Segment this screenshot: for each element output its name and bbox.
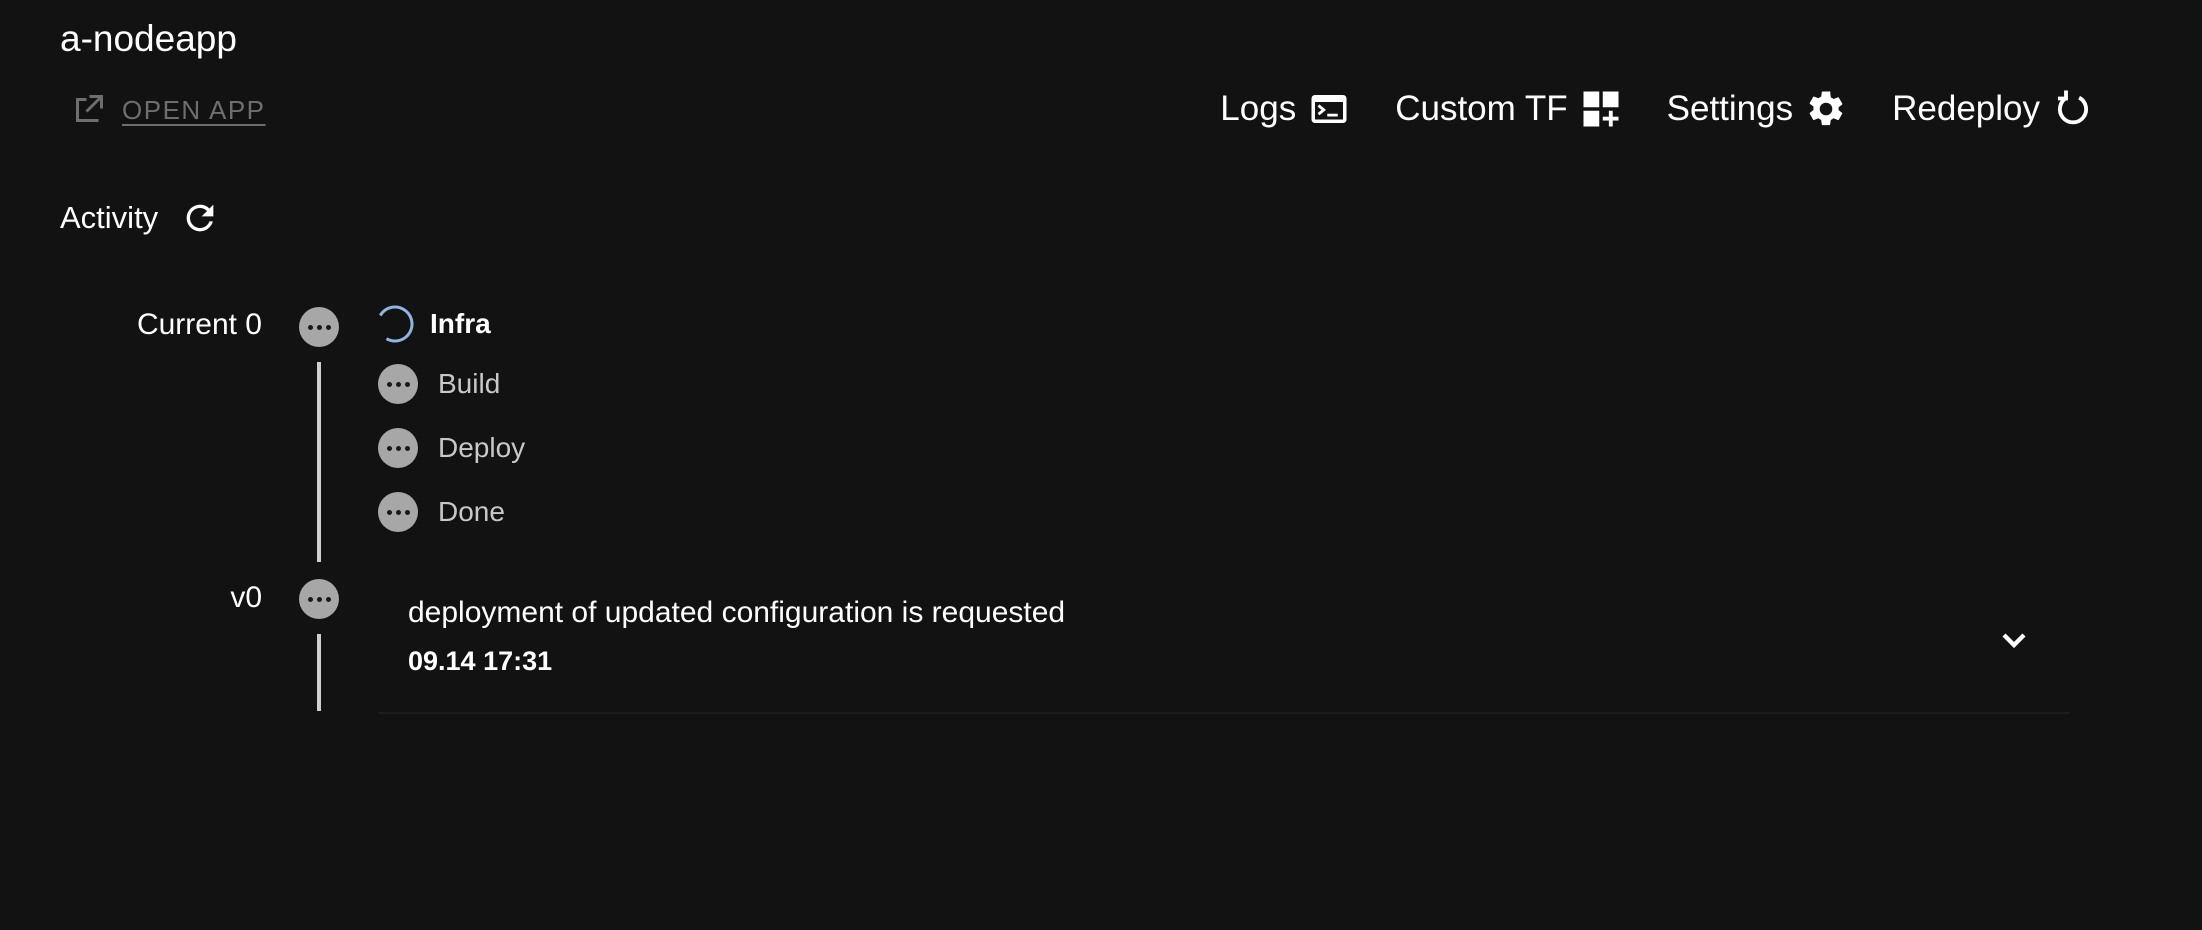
current-version-label: Current 0 <box>136 308 262 341</box>
step-label: Infra <box>430 308 491 339</box>
redeploy-label: Redeploy <box>1892 89 2040 128</box>
pending-dot-icon <box>378 428 418 468</box>
step-deploy: Deploy <box>378 428 525 468</box>
chevron-down-icon[interactable] <box>1994 620 2034 660</box>
toolbar: Logs Custom TF Settings Redeploy <box>1220 88 2094 130</box>
pending-dot-icon <box>378 492 418 532</box>
event-message: deployment of updated configuration is r… <box>408 596 1066 629</box>
open-app-label: OPEN APP <box>122 94 266 125</box>
version-label: v0 <box>230 581 262 614</box>
event-time: 09.14 17:31 <box>408 646 553 676</box>
logs-label: Logs <box>1220 89 1297 128</box>
event-card[interactable]: deployment of updated configuration is r… <box>378 580 2070 714</box>
refresh-icon[interactable] <box>180 198 220 238</box>
step-build: Build <box>378 364 500 404</box>
app-title: a-nodeapp <box>60 18 237 59</box>
open-app-link[interactable]: OPEN APP <box>70 92 266 128</box>
redeploy-button[interactable]: Redeploy <box>1892 88 2094 130</box>
activity-title: Activity <box>60 200 159 235</box>
step-infra: Infra <box>374 303 491 345</box>
pending-dot-icon <box>378 364 418 404</box>
current-status-dot <box>299 307 339 347</box>
page: a-nodeapp OPEN APP Logs Custom TF Settin… <box>0 0 2202 930</box>
terminal-icon <box>1311 95 1347 123</box>
external-link-icon <box>76 95 103 122</box>
add-widget-icon <box>1583 91 1619 127</box>
step-label: Done <box>438 496 505 527</box>
step-done: Done <box>378 492 505 532</box>
timeline-line <box>317 634 321 711</box>
loading-spinner-icon <box>374 303 416 345</box>
logs-button[interactable]: Logs <box>1220 88 1350 130</box>
settings-button[interactable]: Settings <box>1667 88 1847 130</box>
gear-icon <box>1809 91 1843 126</box>
timeline-line <box>317 362 321 562</box>
version-status-dot <box>299 579 339 619</box>
step-label: Deploy <box>438 432 526 463</box>
custom-tf-button[interactable]: Custom TF <box>1395 88 1621 130</box>
restart-icon <box>2057 90 2089 125</box>
step-label: Build <box>438 368 501 399</box>
settings-label: Settings <box>1666 89 1794 128</box>
activity-header: Activity <box>60 198 220 238</box>
custom-tf-label: Custom TF <box>1395 89 1568 128</box>
